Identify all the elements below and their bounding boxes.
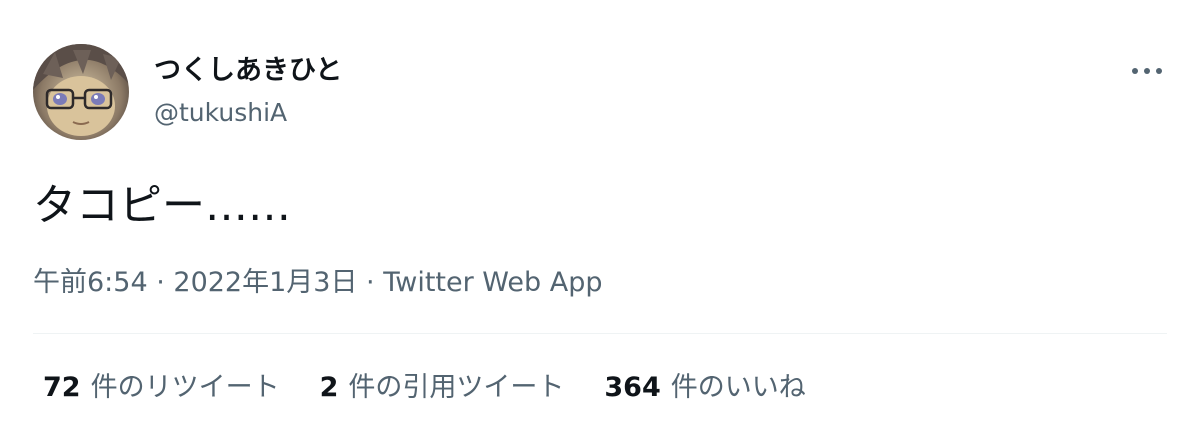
meta-separator: · xyxy=(147,267,174,298)
likes-label: 件のいいね xyxy=(670,372,806,403)
author-display-name[interactable]: つくしあきひと xyxy=(154,53,342,89)
likes-stat[interactable]: 364 件のいいね xyxy=(604,369,805,407)
quotes-count: 2 xyxy=(319,372,339,403)
retweets-label: 件のリツイート xyxy=(90,372,280,403)
avatar[interactable] xyxy=(33,44,129,140)
more-horizontal-icon xyxy=(1132,68,1162,74)
avatar-image xyxy=(33,44,129,140)
retweets-stat[interactable]: 72 件のリツイート xyxy=(43,369,280,407)
tweet-detail: つくしあきひと @tukushiA タコピー…… 午前6:54 · 2022年1… xyxy=(0,0,1200,430)
tweet-source[interactable]: Twitter Web App xyxy=(383,267,602,298)
quotes-label: 件の引用ツイート xyxy=(348,372,565,403)
more-options-button[interactable] xyxy=(1126,56,1168,86)
quotes-stat[interactable]: 2 件の引用ツイート xyxy=(320,369,565,407)
tweet-stats: 72 件のリツイート 2 件の引用ツイート 364 件のいいね xyxy=(43,369,806,407)
likes-count: 364 xyxy=(604,372,661,403)
tweet-text: タコピー…… xyxy=(33,181,291,231)
tweet-time[interactable]: 午前6:54 xyxy=(33,267,148,298)
tweet-date[interactable]: 2022年1月3日 xyxy=(173,267,357,298)
meta-separator: · xyxy=(357,267,384,298)
tweet-metadata: 午前6:54 · 2022年1月3日 · Twitter Web App xyxy=(33,264,603,302)
retweets-count: 72 xyxy=(43,372,81,403)
divider xyxy=(33,333,1167,334)
author-handle[interactable]: @tukushiA xyxy=(154,96,287,130)
